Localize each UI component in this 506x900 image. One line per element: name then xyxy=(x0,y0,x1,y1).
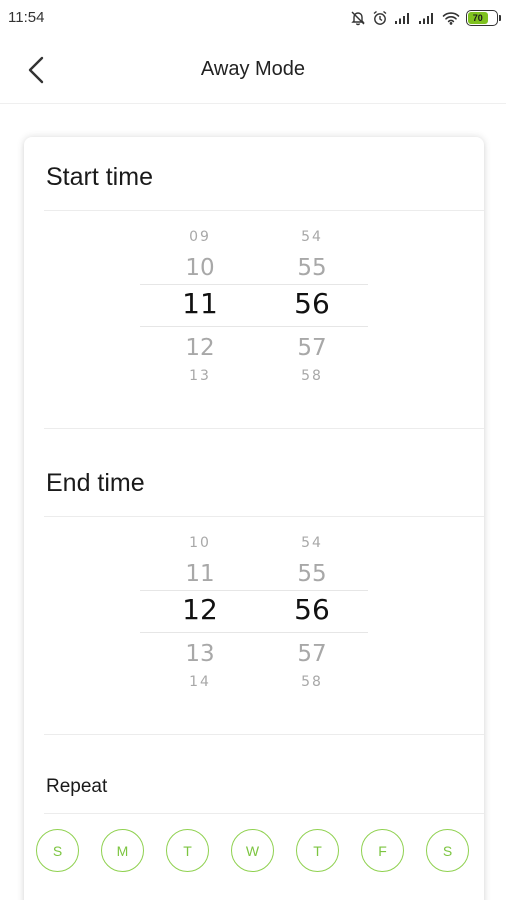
start-hour-option[interactable]: 09 xyxy=(160,229,240,245)
day-toggle-monday[interactable]: M xyxy=(101,829,144,872)
signal-icon xyxy=(394,11,412,25)
start-time-picker[interactable]: 09 10 11 12 13 54 55 56 57 58 xyxy=(140,221,368,391)
day-toggle-wednesday[interactable]: W xyxy=(231,829,274,872)
divider xyxy=(44,813,484,814)
end-time-title: End time xyxy=(46,469,145,497)
end-hour-selected[interactable]: 12 xyxy=(160,593,240,626)
divider xyxy=(44,428,484,429)
alarm-icon xyxy=(372,10,388,26)
battery-percent: 70 xyxy=(472,12,483,23)
start-time-title: Start time xyxy=(46,163,153,191)
start-hour-option[interactable]: 10 xyxy=(160,255,240,281)
signal-icon xyxy=(418,11,436,25)
day-toggle-saturday[interactable]: S xyxy=(426,829,469,872)
divider xyxy=(44,210,484,211)
repeat-days: S M T W T F S xyxy=(36,829,472,873)
battery-icon: 70 xyxy=(466,10,501,26)
app-header: Away Mode xyxy=(0,36,506,104)
start-hour-option[interactable]: 13 xyxy=(160,368,240,384)
notifications-off-icon xyxy=(350,10,366,26)
end-minute-option[interactable]: 57 xyxy=(272,641,352,667)
repeat-label: Repeat xyxy=(46,776,108,797)
start-minute-option[interactable]: 54 xyxy=(272,229,352,245)
end-hour-option[interactable]: 10 xyxy=(160,535,240,551)
start-minute-option[interactable]: 57 xyxy=(272,335,352,361)
end-hour-option[interactable]: 14 xyxy=(160,674,240,690)
status-bar: 11:54 70 xyxy=(0,0,506,36)
status-time: 11:54 xyxy=(8,9,45,26)
start-hour-option[interactable]: 12 xyxy=(160,335,240,361)
end-time-picker[interactable]: 10 11 12 13 14 54 55 56 57 58 xyxy=(140,527,368,697)
end-minute-option[interactable]: 58 xyxy=(272,674,352,690)
end-minute-option[interactable]: 55 xyxy=(272,561,352,587)
end-hour-wheel[interactable]: 10 11 12 13 14 xyxy=(160,527,240,697)
day-toggle-thursday[interactable]: T xyxy=(296,829,339,872)
page-title: Away Mode xyxy=(200,58,306,80)
end-hour-option[interactable]: 13 xyxy=(160,641,240,667)
day-toggle-tuesday[interactable]: T xyxy=(166,829,209,872)
day-toggle-sunday[interactable]: S xyxy=(36,829,79,872)
end-minute-selected[interactable]: 56 xyxy=(272,593,352,626)
start-minute-selected[interactable]: 56 xyxy=(272,287,352,320)
start-hour-selected[interactable]: 11 xyxy=(160,287,240,320)
start-minute-option[interactable]: 58 xyxy=(272,368,352,384)
divider xyxy=(44,516,484,517)
end-hour-option[interactable]: 11 xyxy=(160,561,240,587)
wifi-icon xyxy=(442,11,460,25)
schedule-card: Start time 09 10 11 12 13 54 55 56 57 58… xyxy=(24,137,484,900)
start-minute-wheel[interactable]: 54 55 56 57 58 xyxy=(272,221,352,391)
end-minute-wheel[interactable]: 54 55 56 57 58 xyxy=(272,527,352,697)
status-icons: 70 xyxy=(350,8,501,28)
start-hour-wheel[interactable]: 09 10 11 12 13 xyxy=(160,221,240,391)
end-minute-option[interactable]: 54 xyxy=(272,535,352,551)
divider xyxy=(44,734,484,735)
start-minute-option[interactable]: 55 xyxy=(272,255,352,281)
day-toggle-friday[interactable]: F xyxy=(361,829,404,872)
battery-level: 70 xyxy=(468,12,488,24)
